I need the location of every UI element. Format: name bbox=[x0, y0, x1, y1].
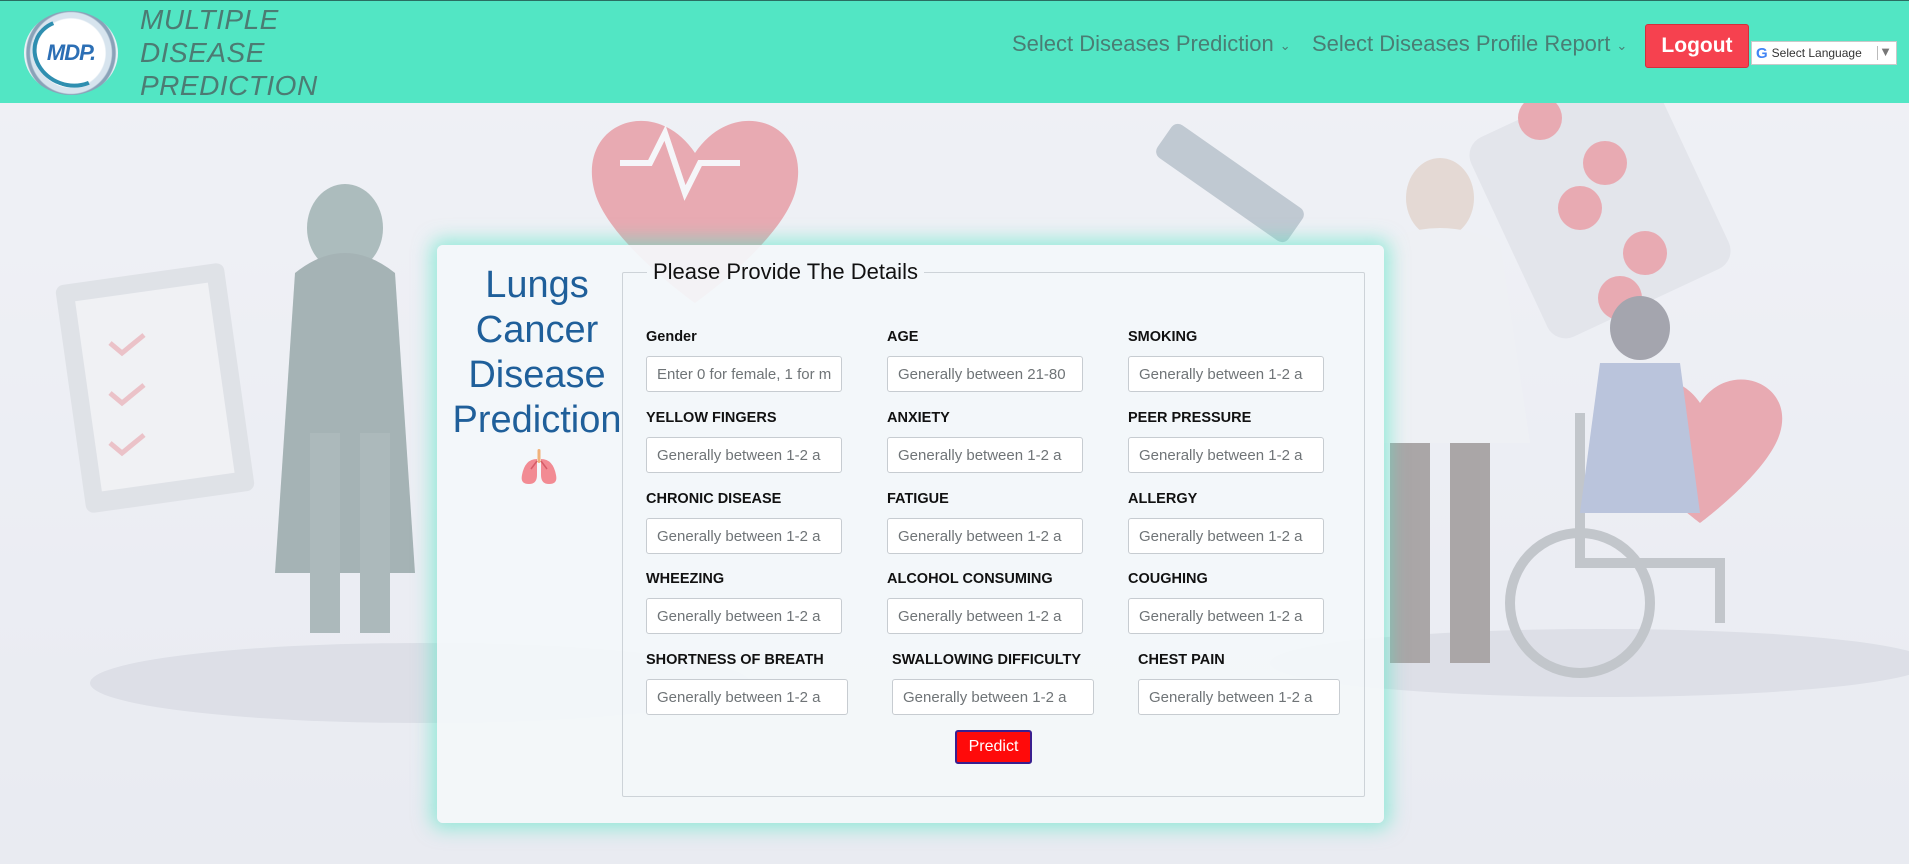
age-input[interactable] bbox=[887, 356, 1083, 392]
menu-prediction-label: Select Diseases Prediction bbox=[1012, 31, 1274, 56]
title-line: Cancer bbox=[475, 309, 599, 351]
yellow-fingers-label: YELLOW FINGERS bbox=[646, 410, 777, 426]
yellow-fingers-input[interactable] bbox=[646, 437, 842, 473]
site-logo[interactable]: MDP. bbox=[22, 7, 120, 99]
top-navbar: MDP. MULTIPLE DISEASE PREDICTION Select … bbox=[0, 0, 1909, 103]
title-line: Disease bbox=[468, 354, 606, 396]
select-diseases-prediction-menu[interactable]: Select Diseases Prediction ⌄ bbox=[1012, 31, 1291, 57]
chevron-down-icon: ⌄ bbox=[1616, 37, 1628, 53]
alcohol-consuming-input[interactable] bbox=[887, 598, 1083, 634]
coughing-input[interactable] bbox=[1128, 598, 1324, 634]
gender-label: Gender bbox=[646, 329, 697, 345]
title-line: Lungs bbox=[485, 264, 589, 306]
peer-pressure-label: PEER PRESSURE bbox=[1128, 410, 1252, 426]
fatigue-input[interactable] bbox=[887, 518, 1083, 554]
select-diseases-profile-report-menu[interactable]: Select Diseases Profile Report ⌄ bbox=[1312, 31, 1627, 57]
gender-input[interactable] bbox=[646, 356, 842, 392]
language-selector[interactable]: G Select Language ▼ bbox=[1751, 41, 1897, 65]
brand-title: MULTIPLE DISEASE PREDICTION bbox=[140, 4, 318, 101]
shortness-of-breath-label: SHORTNESS OF BREATH bbox=[646, 652, 824, 668]
allergy-input[interactable] bbox=[1128, 518, 1324, 554]
anxiety-label: ANXIETY bbox=[887, 410, 950, 426]
coughing-label: COUGHING bbox=[1128, 571, 1208, 587]
allergy-label: ALLERGY bbox=[1128, 491, 1198, 507]
dropdown-arrow-icon: ▼ bbox=[1879, 44, 1892, 59]
swallowing-difficulty-label: SWALLOWING DIFFICULTY bbox=[892, 652, 1082, 668]
age-label: AGE bbox=[887, 329, 919, 345]
wheezing-input[interactable] bbox=[646, 598, 842, 634]
anxiety-input[interactable] bbox=[887, 437, 1083, 473]
title-line: Prediction bbox=[452, 399, 622, 441]
logo-swoosh-icon bbox=[22, 7, 120, 99]
chevron-down-icon: ⌄ bbox=[1279, 37, 1291, 53]
details-legend: Please Provide The Details bbox=[653, 259, 918, 284]
smoking-input[interactable] bbox=[1128, 356, 1324, 392]
fatigue-label: FATIGUE bbox=[887, 491, 949, 507]
language-divider bbox=[1877, 46, 1878, 60]
lungs-icon bbox=[521, 449, 557, 484]
peer-pressure-input[interactable] bbox=[1128, 437, 1324, 473]
menu-report-label: Select Diseases Profile Report bbox=[1312, 31, 1611, 56]
chest-pain-label: CHEST PAIN bbox=[1138, 652, 1225, 668]
smoking-label: SMOKING bbox=[1128, 329, 1198, 345]
swallowing-difficulty-input[interactable] bbox=[892, 679, 1094, 715]
shortness-of-breath-input[interactable] bbox=[646, 679, 848, 715]
page-title: Lungs Cancer Disease Prediction bbox=[437, 263, 637, 443]
google-g-icon: G bbox=[1756, 44, 1768, 62]
predict-button[interactable]: Predict bbox=[955, 730, 1032, 764]
chronic-disease-label: CHRONIC DISEASE bbox=[646, 491, 782, 507]
logout-button[interactable]: Logout bbox=[1645, 24, 1749, 68]
wheezing-label: WHEEZING bbox=[646, 571, 725, 587]
language-label: Select Language bbox=[1771, 46, 1862, 60]
prediction-card: Lungs Cancer Disease Prediction Please P… bbox=[437, 245, 1384, 823]
chronic-disease-input[interactable] bbox=[646, 518, 842, 554]
alcohol-consuming-label: ALCOHOL CONSUMING bbox=[887, 571, 1053, 587]
chest-pain-input[interactable] bbox=[1138, 679, 1340, 715]
